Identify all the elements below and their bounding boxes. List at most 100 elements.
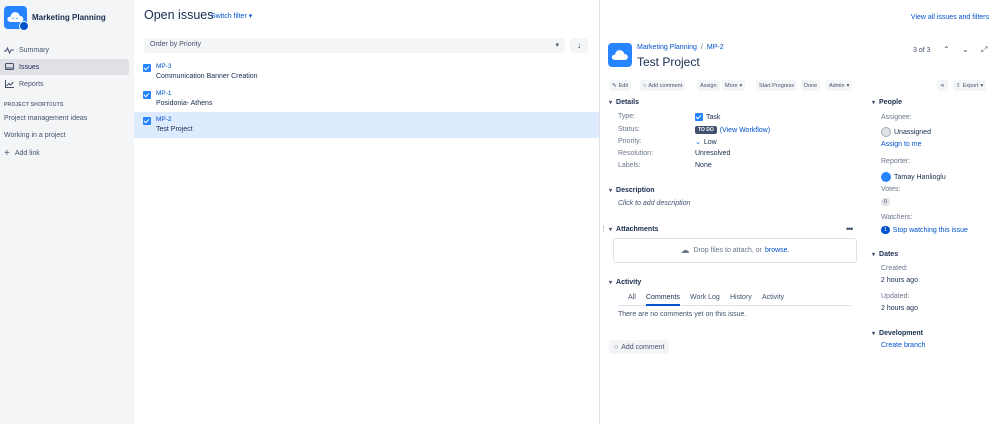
list-item[interactable]: MP-2 Test Project	[134, 112, 599, 138]
attachment-dropzone[interactable]: ☁ Drop files to attach, or browse.	[613, 238, 857, 263]
sidebar-item-label: Reports	[19, 80, 44, 88]
description-placeholder[interactable]: Click to add description	[618, 200, 690, 207]
sort-direction-button[interactable]: ↓	[570, 38, 588, 53]
add-comment-toolbar-button[interactable]: ○ Add comment	[640, 80, 686, 91]
order-by-select[interactable]: Order by Priority ▾	[144, 38, 565, 53]
sidebar-item-issues[interactable]: Issues	[0, 59, 129, 75]
assignee-text: Unassigned	[894, 128, 931, 136]
project-type-badge	[19, 21, 29, 31]
details-section-toggle[interactable]: ▾ Details	[609, 99, 639, 106]
votes-value[interactable]: 0	[881, 198, 890, 206]
shortcut-link[interactable]: Project management ideas	[4, 115, 87, 122]
task-type-icon	[695, 113, 703, 121]
export-dropdown[interactable]: ⇪ Export ▾	[953, 80, 987, 91]
issue-pager: 3 of 3	[913, 47, 931, 54]
dates-section-toggle[interactable]: ▾ Dates	[872, 251, 898, 258]
add-comment-button[interactable]: ○ Add comment	[609, 340, 670, 354]
breadcrumb-project[interactable]: Marketing Planning	[637, 44, 697, 51]
sidebar-item-label: Issues	[19, 63, 40, 71]
export-icon: ⇪	[956, 82, 961, 89]
order-by-label: Order by Priority	[150, 41, 201, 48]
type-label: Type:	[618, 113, 636, 120]
chevron-down-icon: ▾	[872, 100, 876, 106]
labels-value[interactable]: None	[695, 162, 712, 169]
share-button[interactable]: ⋖	[937, 80, 948, 91]
sidebar-item-summary[interactable]: Summary	[0, 42, 129, 58]
project-avatar	[608, 43, 632, 67]
issue-detail-pane: Marketing Planning / MP-2 Test Project 3…	[600, 0, 999, 424]
updated-label: Updated:	[881, 293, 910, 300]
type-value: Task	[695, 113, 720, 121]
watchers-value[interactable]: 1 Stop watching this issue	[881, 226, 968, 234]
view-workflow-link[interactable]: (View Workflow)	[720, 127, 770, 134]
breadcrumb: Marketing Planning / MP-2	[637, 44, 724, 51]
labels-label: Labels:	[618, 162, 641, 169]
breadcrumb-issue[interactable]: MP-2	[707, 44, 724, 51]
active-tab-indicator	[646, 304, 680, 306]
add-link-button[interactable]: + Add link	[4, 148, 40, 159]
chevron-down-icon: ▾	[248, 13, 253, 20]
assignee-value[interactable]: Unassigned	[881, 127, 931, 137]
start-progress-button[interactable]: Start Progress	[756, 80, 798, 91]
chevron-up-icon[interactable]: ⌃	[943, 45, 950, 54]
reporter-text: Tamay Hanlioglu	[894, 173, 946, 181]
done-label: Done	[804, 82, 818, 89]
done-button[interactable]: Done	[801, 80, 821, 91]
sidebar-item-reports[interactable]: Reports	[0, 76, 129, 92]
assign-label: Assign	[700, 82, 717, 89]
drag-handle-icon[interactable]: ⋮	[600, 225, 607, 233]
comment-icon: ○	[614, 343, 619, 351]
assign-button[interactable]: Assign	[697, 80, 720, 91]
create-branch-link[interactable]: Create branch	[881, 342, 925, 349]
edit-button[interactable]: ✎ Edit	[609, 80, 632, 91]
add-link-label: Add link	[14, 150, 40, 157]
chevron-down-icon: ▾	[739, 82, 743, 89]
assign-to-me-link[interactable]: Assign to me	[881, 141, 921, 148]
more-options-icon[interactable]: •••	[846, 224, 854, 234]
app-root: Marketing Planning Summary Issues Report…	[0, 0, 999, 424]
list-item[interactable]: MP-1 Posidonia- Athens	[134, 86, 599, 112]
project-header[interactable]: Marketing Planning	[4, 6, 106, 31]
issue-title[interactable]: Test Project	[637, 55, 700, 69]
stop-watching-link[interactable]: Stop watching this issue	[893, 227, 968, 234]
issue-summary: Posidonia- Athens	[156, 100, 213, 107]
tab-history[interactable]: History	[730, 294, 752, 301]
summary-icon	[4, 46, 14, 54]
issue-key: MP-3	[156, 63, 172, 70]
votes-label: Votes:	[881, 186, 901, 193]
reporter-value[interactable]: Tamay Hanlioglu	[881, 172, 946, 182]
comment-icon: ○	[643, 82, 647, 89]
created-label: Created:	[881, 265, 908, 272]
tab-activity[interactable]: Activity	[762, 294, 784, 301]
tab-comments[interactable]: Comments	[646, 294, 680, 301]
sidebar: Marketing Planning Summary Issues Report…	[0, 0, 134, 424]
chevron-down-icon[interactable]: ⌄	[962, 45, 969, 54]
attachments-section-toggle[interactable]: ▾ Attachments	[609, 226, 658, 233]
people-section-toggle[interactable]: ▾ People	[872, 99, 902, 106]
shortcut-link[interactable]: Working in a project	[4, 132, 66, 139]
admin-dropdown[interactable]: Admin ▾	[826, 80, 853, 91]
more-dropdown[interactable]: More ▾	[722, 80, 746, 91]
activity-section-toggle[interactable]: ▾ Activity	[609, 279, 641, 286]
add-comment-label: Add comment	[648, 82, 683, 89]
task-type-icon	[143, 91, 151, 99]
issue-summary: Test Project	[156, 126, 193, 133]
tab-work-log[interactable]: Work Log	[690, 294, 720, 301]
resolution-value: Unresolved	[695, 150, 731, 157]
priority-value: ⌄ Low	[695, 138, 717, 147]
arrow-down-icon: ↓	[577, 41, 581, 50]
section-heading: Attachments	[616, 226, 659, 233]
created-value: 2 hours ago	[881, 277, 918, 284]
browse-link[interactable]: browse.	[765, 247, 790, 254]
switch-filter-dropdown[interactable]: Switch filter ▾	[211, 12, 252, 20]
development-section-toggle[interactable]: ▾ Development	[872, 330, 923, 337]
plus-icon: +	[4, 148, 10, 159]
list-item[interactable]: MP-3 Communication Banner Creation	[134, 59, 599, 85]
status-label: Status:	[618, 126, 640, 133]
expand-icon[interactable]: ⤢	[981, 45, 987, 55]
description-section-toggle[interactable]: ▾ Description	[609, 187, 655, 194]
more-label: More	[725, 82, 738, 89]
issue-key: MP-1	[156, 90, 172, 97]
tab-all[interactable]: All	[628, 294, 636, 301]
sidebar-nav: Summary Issues Reports	[0, 42, 134, 93]
